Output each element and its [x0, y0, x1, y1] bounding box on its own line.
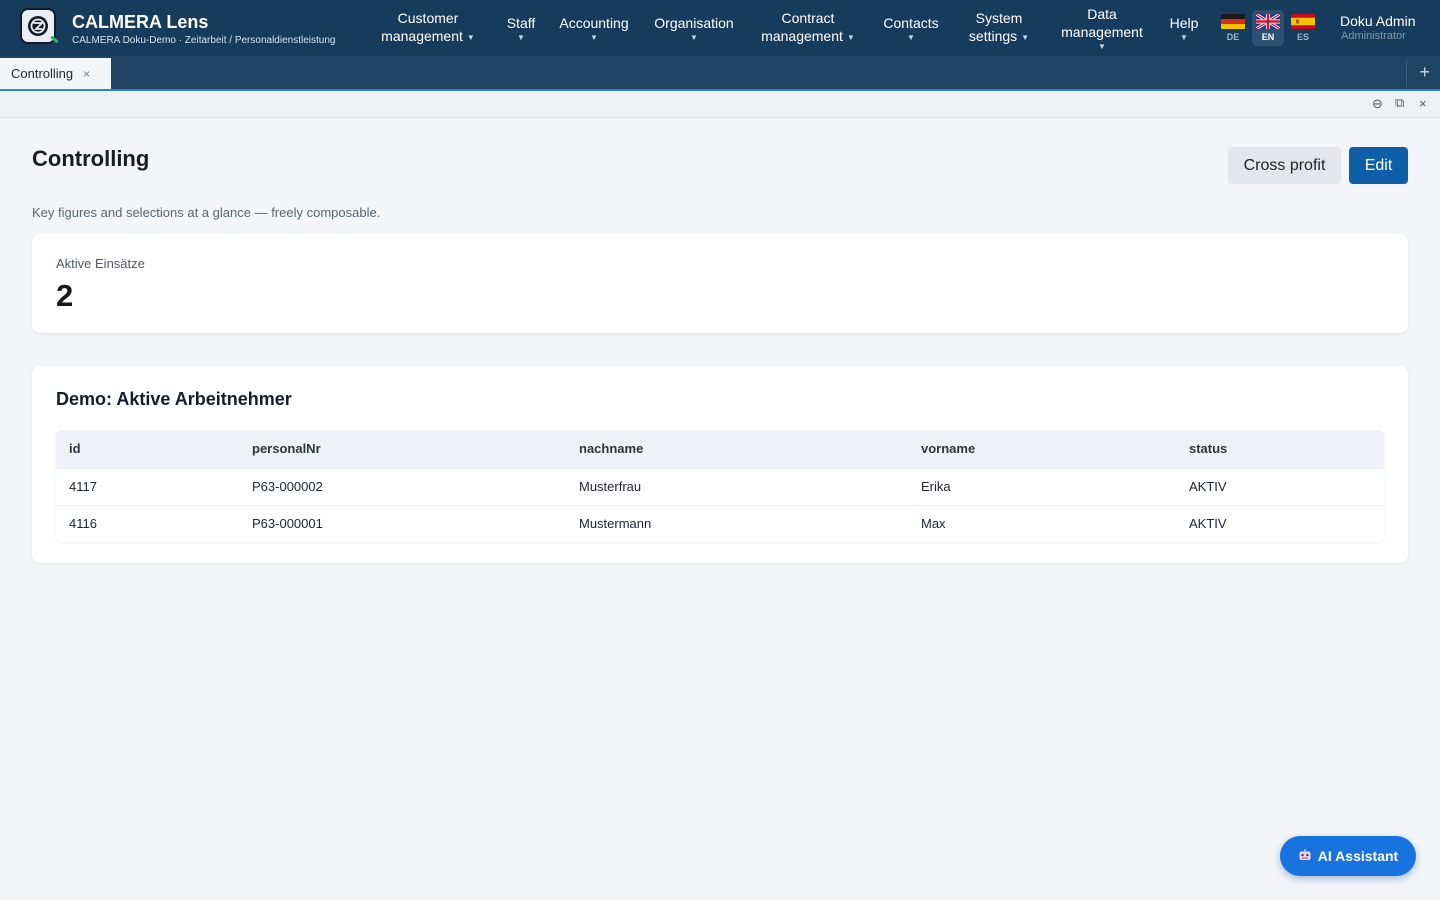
nav-staff[interactable]: Staff ▼	[497, 0, 545, 56]
column-header-personalnr[interactable]: personalNr	[239, 430, 566, 468]
language-de-button[interactable]: DE	[1217, 10, 1249, 46]
nav-label: management	[1061, 23, 1143, 40]
column-header-status[interactable]: status	[1176, 430, 1384, 468]
column-header-nachname[interactable]: nachname	[566, 430, 908, 468]
nav-label: System	[975, 10, 1023, 26]
language-code: EN	[1261, 32, 1275, 42]
nav-label: Contract	[781, 10, 835, 26]
cross-profit-button[interactable]: Cross profit	[1228, 147, 1341, 184]
nav-label: management	[761, 28, 843, 44]
ai-assistant-button[interactable]: AI Assistant	[1280, 836, 1416, 876]
table-title: Demo: Aktive Arbeitnehmer	[56, 389, 292, 409]
employees-table: id personalNr nachname vorname status 41…	[56, 430, 1384, 542]
cell-status: AKTIV	[1176, 504, 1384, 542]
cell-id: 4116	[56, 504, 239, 542]
kpi-value: 2	[56, 278, 74, 313]
cell-nachname: Mustermann	[566, 504, 908, 542]
nav-label: Accounting	[559, 14, 629, 31]
edit-button[interactable]: Edit	[1349, 147, 1408, 184]
close-window-icon[interactable]: ×	[1419, 97, 1427, 111]
nav-label: Staff	[506, 14, 536, 31]
column-header-id[interactable]: id	[56, 430, 239, 468]
tab-controlling[interactable]: Controlling ×	[0, 58, 111, 89]
german-flag-icon	[1221, 14, 1245, 29]
kpi-label: Aktive Einsätze	[56, 256, 145, 271]
language-code: ES	[1296, 32, 1309, 42]
nav-contract-management[interactable]: Contract management ▼	[756, 0, 860, 56]
chevron-down-icon: ▼	[517, 32, 525, 42]
window-controls-bar: ⊖ ⧉ ×	[0, 91, 1440, 118]
language-en-button[interactable]: EN	[1252, 10, 1284, 46]
table-row[interactable]: 4117 P63-000002 Musterfrau Erika AKTIV	[56, 467, 1384, 505]
chevron-down-icon: ▼	[907, 32, 915, 42]
table-row[interactable]: 4116 P63-000001 Mustermann Max AKTIV	[56, 504, 1384, 542]
uk-flag-icon	[1256, 14, 1280, 29]
cell-vorname: Max	[908, 504, 1176, 542]
nav-customer-management[interactable]: Customer management ▼	[376, 0, 480, 56]
nav-contacts[interactable]: Contacts ▼	[880, 0, 942, 56]
user-name[interactable]: Doku Admin	[1340, 13, 1415, 29]
chevron-down-icon: ▼	[1098, 41, 1106, 51]
restore-window-icon[interactable]: ⧉	[1395, 96, 1404, 110]
spanish-flag-icon	[1291, 14, 1315, 29]
cell-vorname: Erika	[908, 467, 1176, 505]
nav-help[interactable]: Help ▼	[1164, 0, 1204, 56]
chevron-down-icon: ▼	[846, 33, 855, 42]
nav-label: settings	[968, 28, 1018, 44]
robot-icon	[1298, 848, 1312, 865]
cell-personalnr: P63-000001	[239, 504, 566, 542]
column-header-vorname[interactable]: vorname	[908, 430, 1176, 468]
ai-assistant-label: AI Assistant	[1317, 848, 1399, 864]
chevron-down-icon: ▼	[590, 32, 598, 42]
tab-label: Controlling	[11, 66, 74, 81]
tab-bar: Controlling × +	[0, 56, 1440, 91]
cell-status: AKTIV	[1176, 467, 1384, 505]
user-role: Administrator	[1341, 30, 1406, 42]
chevron-down-icon: ▼	[1180, 32, 1188, 42]
nav-label: Help	[1169, 14, 1199, 31]
page-description: Key figures and selections at a glance —…	[32, 205, 381, 220]
top-navigation-bar: CALMERA Lens CALMERA Doku-Demo · Zeitarb…	[0, 0, 1440, 56]
kpi-card-active-assignments: Aktive Einsätze 2	[32, 234, 1408, 333]
language-es-button[interactable]: ES	[1287, 10, 1319, 46]
cell-personalnr: P63-000002	[239, 467, 566, 505]
minimize-icon[interactable]: ⊖	[1372, 97, 1383, 111]
brand-subtitle: CALMERA Doku-Demo · Zeitarbeit / Persona…	[72, 35, 336, 46]
cell-id: 4117	[56, 467, 239, 505]
chevron-down-icon: ▼	[690, 32, 698, 42]
nav-label: management	[381, 28, 463, 44]
nav-accounting[interactable]: Accounting ▼	[556, 0, 632, 56]
tab-divider	[1406, 60, 1407, 87]
cell-nachname: Musterfrau	[566, 467, 908, 505]
brand-name: CALMERA Lens	[72, 12, 209, 32]
chevron-down-icon: ▼	[1021, 33, 1030, 42]
chevron-down-icon: ▼	[466, 33, 475, 42]
nav-label: Customer	[397, 10, 459, 26]
page-title: Controlling	[32, 146, 150, 171]
table-header-row: id personalNr nachname vorname status	[56, 430, 1384, 468]
nav-data-management[interactable]: Data management ▼	[1056, 0, 1148, 56]
language-code: DE	[1226, 32, 1240, 42]
nav-system-settings[interactable]: System settings ▼	[962, 0, 1036, 56]
add-tab-icon[interactable]: +	[1419, 62, 1430, 83]
nav-organisation[interactable]: Organisation ▼	[650, 0, 738, 56]
nav-label: Contacts	[883, 14, 939, 31]
close-icon[interactable]: ×	[83, 67, 90, 81]
nav-label: Data	[1087, 5, 1117, 22]
nav-label: Organisation	[654, 14, 734, 31]
employees-table-wrapper: id personalNr nachname vorname status 41…	[56, 430, 1384, 542]
active-employees-card: Demo: Aktive Arbeitnehmer id personalNr …	[32, 366, 1408, 563]
